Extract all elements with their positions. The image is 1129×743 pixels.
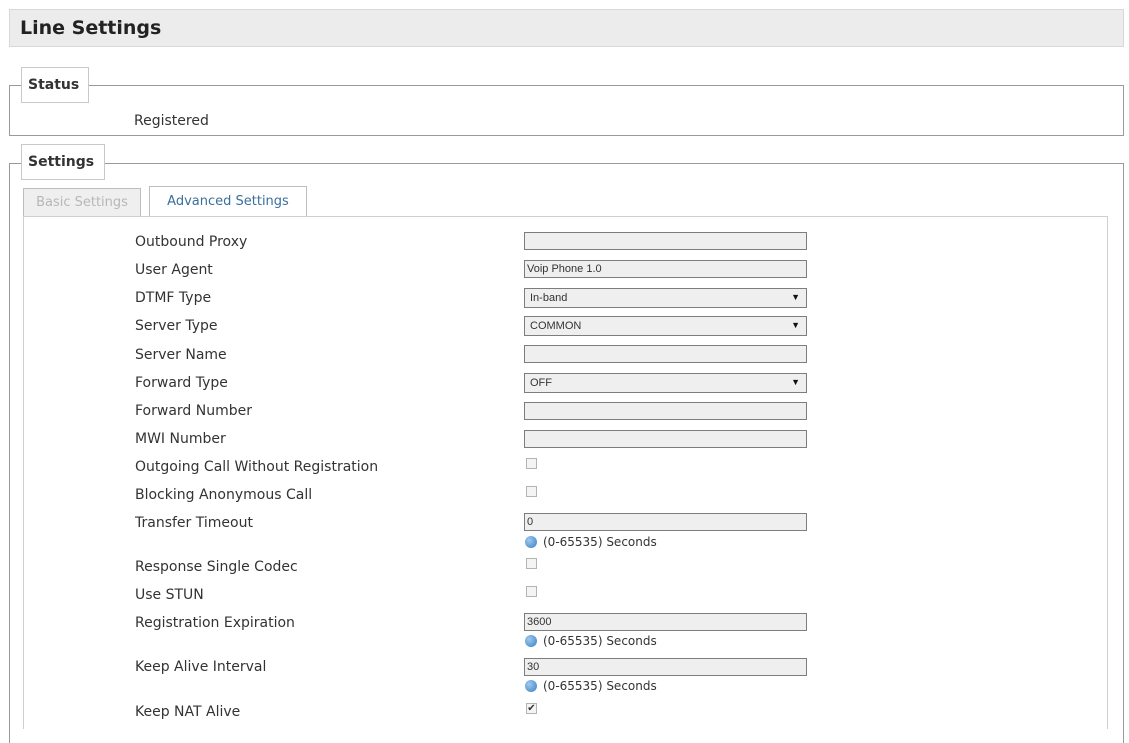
outgoing-without-registration-checkbox[interactable] <box>526 458 537 469</box>
dtmf-type-label: DTMF Type <box>135 290 212 306</box>
forward-type-select[interactable]: OFF ▼ <box>524 373 807 393</box>
keep-alive-interval-label: Keep Alive Interval <box>135 659 267 675</box>
server-type-label: Server Type <box>135 318 218 334</box>
chevron-down-icon: ▼ <box>791 377 800 387</box>
registration-expiration-hint: (0-65535) Seconds <box>525 634 657 648</box>
title-bar: Line Settings <box>9 9 1124 47</box>
server-name-input[interactable] <box>524 345 807 363</box>
keep-alive-interval-hint-text: (0-65535) Seconds <box>543 679 657 693</box>
registration-expiration-input[interactable] <box>524 613 807 631</box>
registration-expiration-hint-text: (0-65535) Seconds <box>543 634 657 648</box>
use-stun-checkbox[interactable] <box>526 586 537 597</box>
transfer-timeout-label: Transfer Timeout <box>135 515 253 531</box>
keep-nat-alive-checkbox[interactable]: ✔ <box>526 703 537 714</box>
keep-nat-alive-label: Keep NAT Alive <box>135 704 241 720</box>
info-icon <box>525 536 537 548</box>
transfer-timeout-input[interactable] <box>524 513 807 531</box>
tab-basic-settings[interactable]: Basic Settings <box>23 188 141 217</box>
response-single-codec-label: Response Single Codec <box>135 559 298 575</box>
info-icon <box>525 680 537 692</box>
outbound-proxy-label: Outbound Proxy <box>135 234 248 250</box>
forward-number-label: Forward Number <box>135 403 252 419</box>
status-legend: Status <box>21 67 89 103</box>
server-type-select[interactable]: COMMON ▼ <box>524 316 807 336</box>
tab-advanced-settings[interactable]: Advanced Settings <box>149 186 307 217</box>
response-single-codec-checkbox[interactable] <box>526 558 537 569</box>
outgoing-without-registration-label: Outgoing Call Without Registration <box>135 459 379 475</box>
blocking-anonymous-label: Blocking Anonymous Call <box>135 487 313 503</box>
transfer-timeout-hint-text: (0-65535) Seconds <box>543 535 657 549</box>
forward-number-input[interactable] <box>524 402 807 420</box>
forward-type-value: OFF <box>530 377 552 389</box>
info-icon <box>525 635 537 647</box>
use-stun-label: Use STUN <box>135 587 204 603</box>
mwi-number-input[interactable] <box>524 430 807 448</box>
chevron-down-icon: ▼ <box>791 292 800 302</box>
status-value: Registered <box>134 113 209 129</box>
forward-type-label: Forward Type <box>135 375 228 391</box>
checkmark-icon: ✔ <box>527 703 536 714</box>
outbound-proxy-input[interactable] <box>524 232 807 250</box>
keep-alive-interval-hint: (0-65535) Seconds <box>525 679 657 693</box>
server-name-label: Server Name <box>135 347 227 363</box>
blocking-anonymous-checkbox[interactable] <box>526 486 537 497</box>
keep-alive-interval-input[interactable] <box>524 658 807 676</box>
chevron-down-icon: ▼ <box>791 320 800 330</box>
mwi-number-label: MWI Number <box>135 431 226 447</box>
server-type-value: COMMON <box>530 320 582 332</box>
settings-legend: Settings <box>21 144 105 180</box>
user-agent-input[interactable] <box>524 260 807 278</box>
registration-expiration-label: Registration Expiration <box>135 615 295 631</box>
transfer-timeout-hint: (0-65535) Seconds <box>525 535 657 549</box>
dtmf-type-value: In-band <box>530 292 568 304</box>
page-title: Line Settings <box>20 17 162 39</box>
dtmf-type-select[interactable]: In-band ▼ <box>524 288 807 308</box>
user-agent-label: User Agent <box>135 262 213 278</box>
